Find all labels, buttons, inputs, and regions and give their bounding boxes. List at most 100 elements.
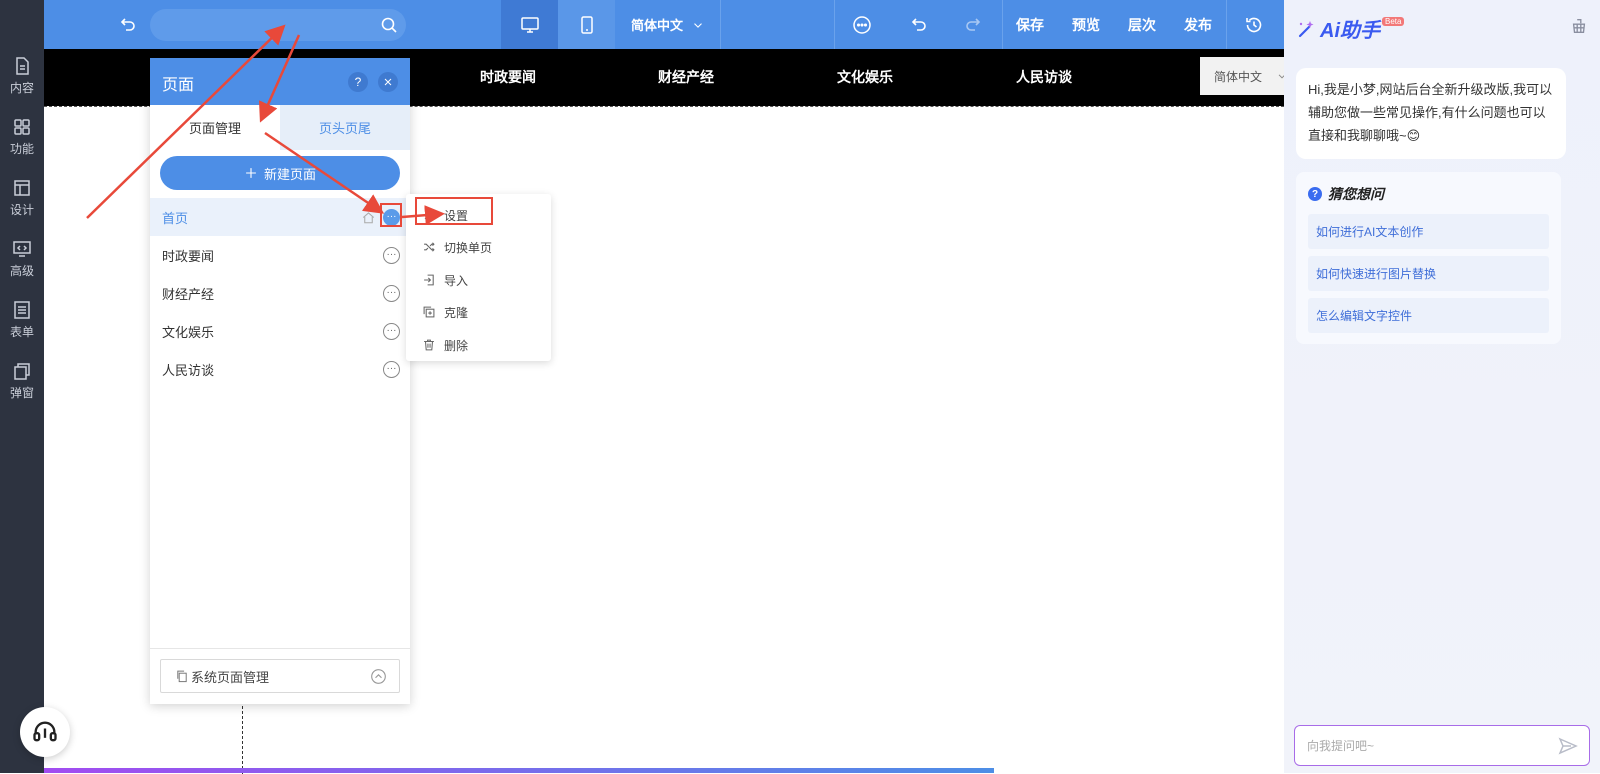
page-context-menu: 设置 切换单页 导入 克隆 删除: [406, 194, 551, 361]
sidebar-item-label: 内容: [9, 81, 34, 95]
close-icon: [384, 78, 392, 86]
home-icon: [362, 211, 375, 223]
form-icon: [14, 301, 30, 319]
top-toolbar: 简体中文 保存 预览 层次 发布: [44, 0, 1284, 49]
mobile-icon: [580, 15, 593, 34]
suggested-question[interactable]: 如何快速进行图片替换: [1308, 256, 1549, 291]
layout-icon: [14, 180, 30, 196]
panel-footer: 系统页面管理: [150, 648, 410, 704]
menu-item-import[interactable]: 导入: [406, 264, 551, 296]
redo-button[interactable]: [946, 0, 1002, 49]
grid-icon: [14, 119, 30, 135]
sidebar-item-form[interactable]: 表单: [0, 292, 44, 348]
menu-item-clone[interactable]: 克隆: [406, 296, 551, 328]
save-button[interactable]: 保存: [1002, 0, 1058, 49]
menu-item-switch-single-page[interactable]: 切换单页: [406, 231, 551, 263]
page-row[interactable]: 人民访谈 ···: [150, 350, 410, 388]
sidebar-item-content[interactable]: 内容: [0, 48, 44, 104]
page-panel: 页面 ? 页面管理 页头页尾 新建页面 首页 ··· 时政要闻 ··· 财经产经…: [150, 58, 410, 704]
page-name: 首页: [162, 210, 189, 226]
page-more-button[interactable]: ···: [383, 208, 400, 226]
page-row[interactable]: 首页 ···: [150, 198, 410, 236]
site-nav-item[interactable]: 时政要闻: [480, 49, 536, 106]
page-more-button[interactable]: ···: [383, 284, 400, 302]
redo-icon: [966, 17, 981, 31]
tab-header-footer[interactable]: 页头页尾: [280, 105, 410, 150]
language-label: 简体中文: [630, 18, 683, 33]
help-button[interactable]: ?: [348, 72, 368, 92]
chevron-up-icon: [371, 668, 386, 684]
suggested-questions-label: 猜您想问: [1328, 186, 1384, 202]
sidebar-item-function[interactable]: 功能: [0, 109, 44, 165]
layers-button[interactable]: 层次: [1114, 0, 1170, 49]
sidebar-item-advanced[interactable]: 高级: [0, 231, 44, 287]
suggested-questions-title: ? 猜您想问: [1308, 184, 1384, 204]
undo-button[interactable]: [890, 0, 946, 49]
suggested-question[interactable]: 如何进行AI文本创作: [1308, 214, 1549, 249]
menu-item-label: 切换单页: [444, 240, 493, 255]
page-more-button[interactable]: ···: [383, 360, 400, 378]
trash-icon: [424, 339, 434, 351]
ai-question-input[interactable]: [1294, 725, 1590, 766]
clear-icon[interactable]: [1570, 17, 1588, 35]
save-label: 保存: [1016, 16, 1044, 33]
suggested-question-text: 如何进行AI文本创作: [1316, 225, 1424, 239]
page-more-button[interactable]: ···: [383, 246, 400, 264]
sidebar-item-popup[interactable]: 弹窗: [0, 353, 44, 409]
undo-icon: [120, 17, 135, 31]
page-row[interactable]: 时政要闻 ···: [150, 236, 410, 274]
menu-item-settings[interactable]: 设置: [406, 199, 551, 231]
chevron-down-icon: [694, 22, 702, 28]
menu-item-label: 设置: [444, 208, 469, 223]
sidebar-item-design[interactable]: 设计: [0, 170, 44, 226]
desktop-view-button[interactable]: [501, 0, 558, 49]
headset-icon: [33, 721, 57, 742]
history-button[interactable]: [1226, 0, 1282, 49]
publish-button[interactable]: 发布: [1170, 0, 1226, 49]
preview-button[interactable]: 预览: [1058, 0, 1114, 49]
more-button[interactable]: [834, 0, 890, 49]
mobile-view-button[interactable]: [558, 0, 615, 49]
panel-tabs: 页面管理 页头页尾: [150, 105, 410, 150]
search-icon: [381, 17, 397, 33]
undo-back-button[interactable]: [112, 0, 142, 49]
new-page-button[interactable]: 新建页面: [160, 156, 400, 190]
system-pages-button[interactable]: 系统页面管理: [160, 659, 400, 693]
page-name: 文化娱乐: [162, 324, 215, 340]
panel-title: 页面: [162, 77, 195, 94]
system-pages-label: 系统页面管理: [191, 669, 270, 685]
suggested-question[interactable]: 怎么编辑文字控件: [1308, 298, 1549, 333]
tab-label: 页面管理: [188, 121, 241, 136]
gear-icon: [423, 209, 435, 221]
more-icon: [853, 15, 871, 34]
search-button[interactable]: [374, 0, 404, 49]
clone-icon: [423, 306, 435, 318]
ai-assistant-panel: Ai助手 Beta Hi,我是小梦,网站后台全新升级改版,我可以辅助您做一些常见…: [1284, 0, 1600, 773]
site-nav-item[interactable]: 人民访谈: [1016, 49, 1072, 106]
page-more-button[interactable]: ···: [383, 322, 400, 340]
page-name: 财经产经: [162, 286, 215, 302]
page-row[interactable]: 财经产经 ···: [150, 274, 410, 312]
tab-page-management[interactable]: 页面管理: [150, 105, 280, 150]
language-select[interactable]: 简体中文: [616, 0, 720, 49]
sidebar-item-label: 表单: [9, 325, 34, 339]
site-language-label: 简体中文: [1214, 69, 1263, 84]
site-nav-item[interactable]: 文化娱乐: [837, 49, 893, 106]
menu-item-delete[interactable]: 删除: [406, 329, 551, 361]
suggested-question-text: 如何快速进行图片替换: [1316, 267, 1437, 281]
magic-wand-icon: [1298, 20, 1314, 37]
send-icon[interactable]: [1558, 737, 1578, 755]
popup-icon: [14, 363, 30, 380]
suggested-questions: ? 猜您想问 如何进行AI文本创作 如何快速进行图片替换 怎么编辑文字控件: [1296, 172, 1561, 344]
search-input[interactable]: [150, 9, 406, 41]
shuffle-icon: [424, 242, 435, 252]
sidebar-item-label: 高级: [9, 264, 34, 278]
suggested-question-text: 怎么编辑文字控件: [1316, 309, 1413, 323]
close-button[interactable]: [378, 72, 398, 92]
customer-support-button[interactable]: [20, 707, 70, 757]
site-nav-item[interactable]: 财经产经: [658, 49, 714, 106]
desktop-icon: [520, 16, 539, 33]
page-row[interactable]: 文化娱乐 ···: [150, 312, 410, 350]
menu-item-label: 删除: [444, 338, 469, 353]
layers-label: 层次: [1128, 16, 1156, 33]
